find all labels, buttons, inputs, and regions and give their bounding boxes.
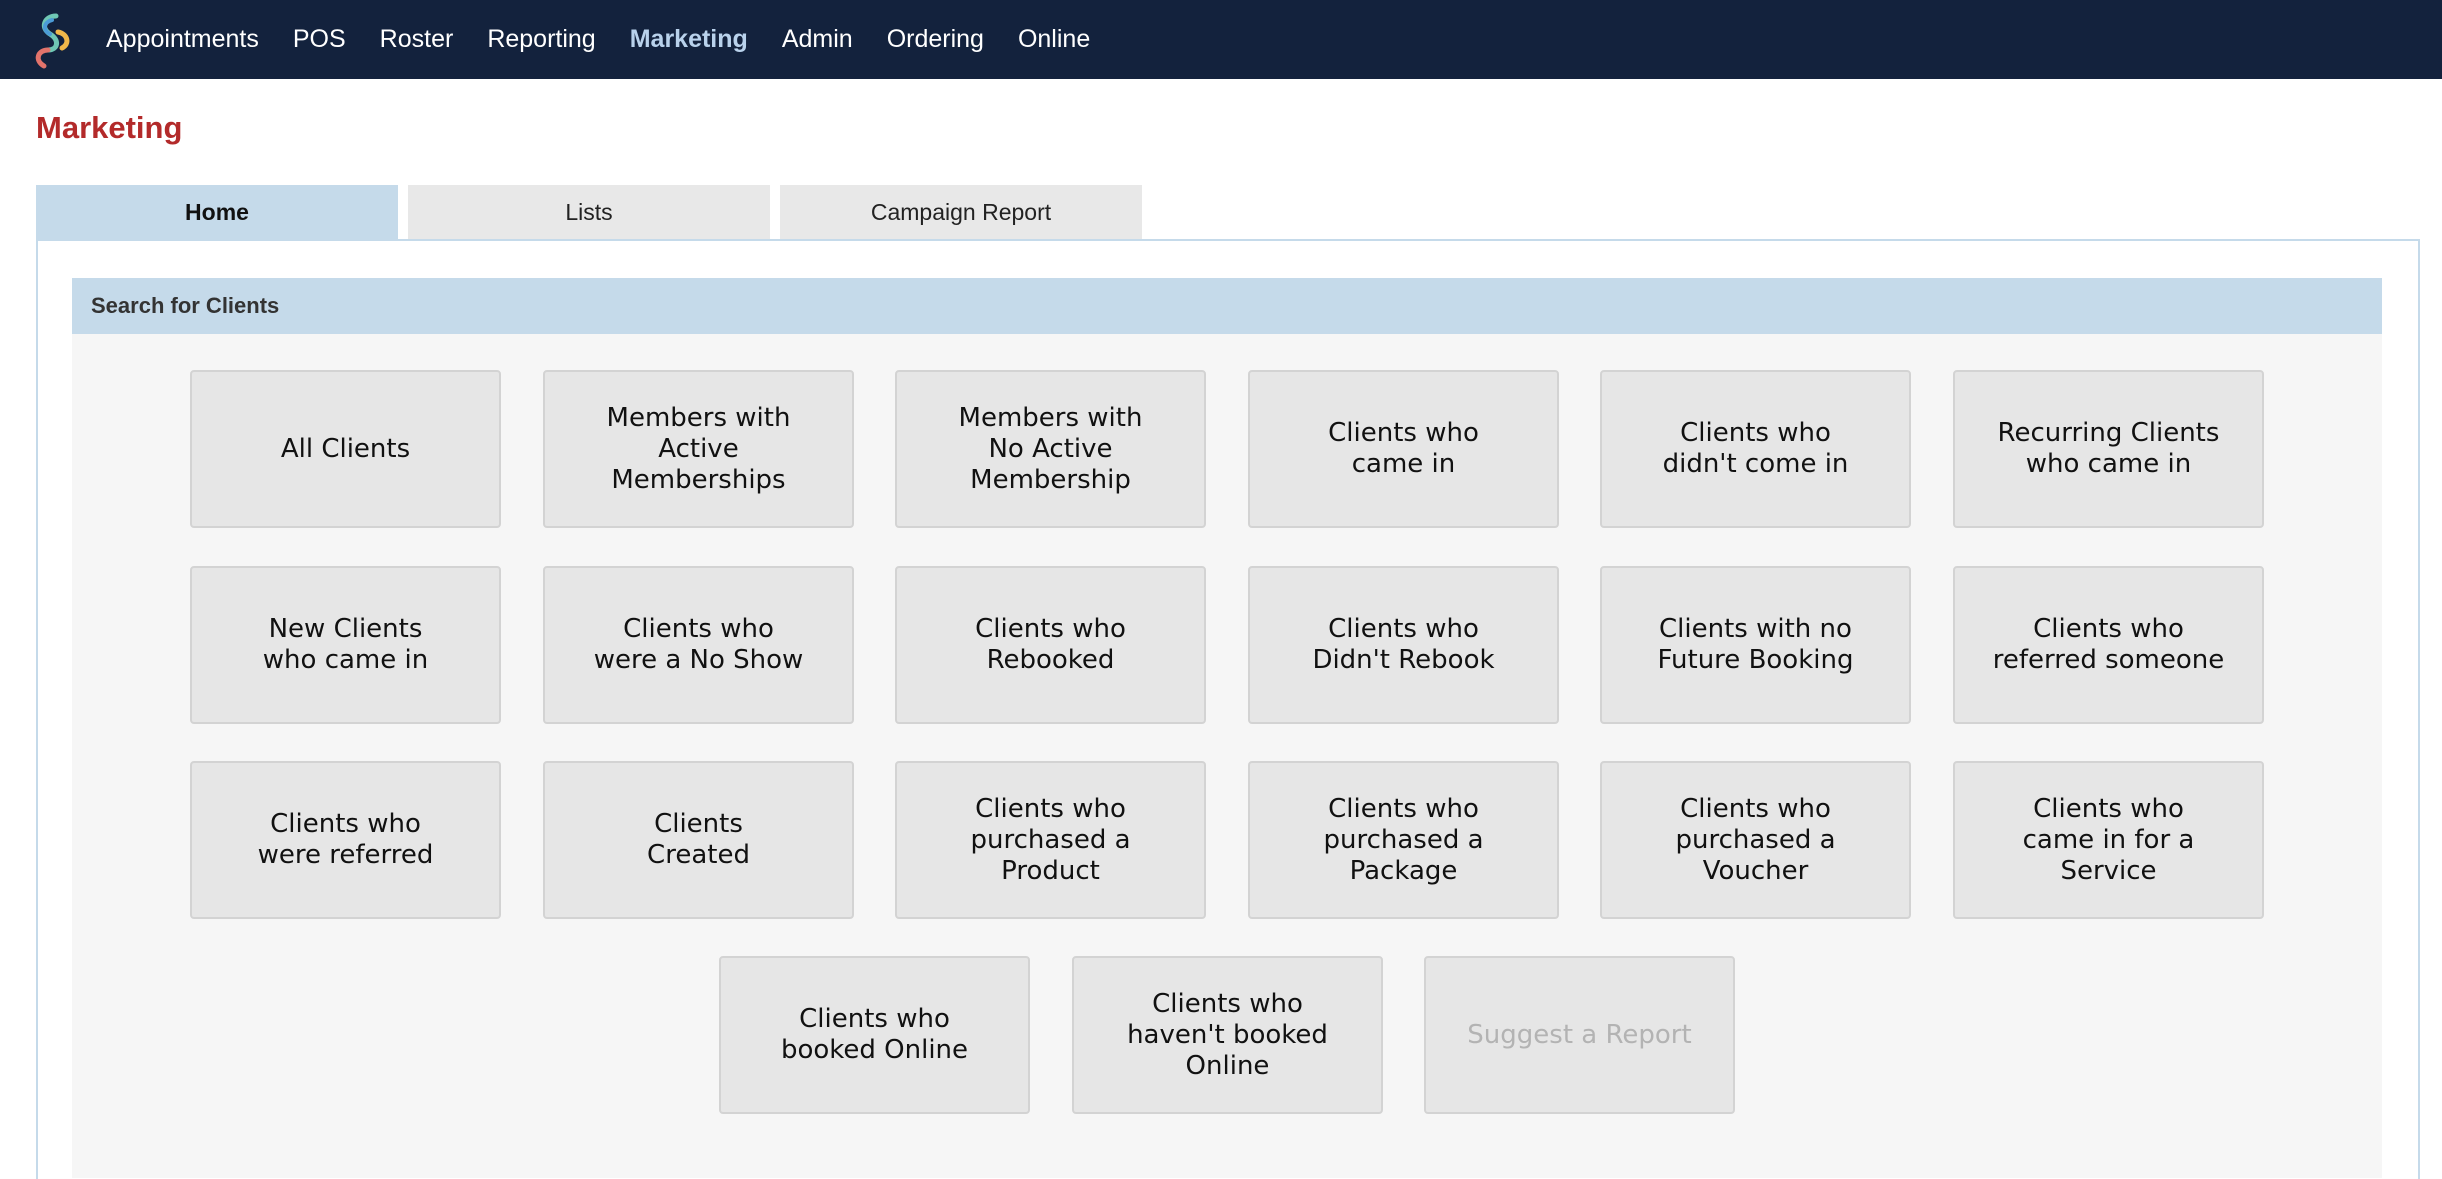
main-nav: Appointments POS Roster Reporting Marketing A… [106,0,1124,79]
tab-lists[interactable]: Lists [408,185,770,240]
report-tile-clients-who-purchased-a-package[interactable]: Clients who purchased a Package [1248,761,1559,919]
report-tile-members-with-active-memberships[interactable]: Members with Active Memberships [543,370,854,528]
page-title: Marketing [36,110,183,145]
top-navigation-bar: Appointments POS Roster Reporting Marketing A… [0,0,2442,79]
nav-item-pos[interactable]: POS [293,0,346,79]
report-tile-clients-who-were-referred[interactable]: Clients who were referred [190,761,501,919]
report-tile-grid: All Clients Members with Active Membershi… [72,278,2382,1178]
report-tile-new-clients-who-came-in[interactable]: New Clients who came in [190,566,501,724]
report-tile-clients-created[interactable]: Clients Created [543,761,854,919]
report-tile-clients-who-referred-someone[interactable]: Clients who referred someone [1953,566,2264,724]
nav-item-marketing[interactable]: Marketing [630,0,748,79]
report-tile-recurring-clients-who-came-in[interactable]: Recurring Clients who came in [1953,370,2264,528]
app-logo-icon[interactable] [28,10,78,70]
report-tile-clients-who-haven-t-booked-online[interactable]: Clients who haven't booked Online [1072,956,1383,1114]
report-tile-clients-who-purchased-a-product[interactable]: Clients who purchased a Product [895,761,1206,919]
tab-home[interactable]: Home [36,185,398,240]
report-tile-members-with-no-active-membership[interactable]: Members with No Active Membership [895,370,1206,528]
nav-item-ordering[interactable]: Ordering [887,0,984,79]
nav-item-reporting[interactable]: Reporting [487,0,595,79]
report-tile-suggest-a-report: Suggest a Report [1424,956,1735,1114]
nav-item-roster[interactable]: Roster [380,0,454,79]
report-tile-clients-who-came-in-for-a-service[interactable]: Clients who came in for a Service [1953,761,2264,919]
search-clients-section: Search for Clients All Clients Members wi… [72,278,2382,1178]
tab-bar: Home Lists Campaign Report [36,185,1152,241]
nav-item-appointments[interactable]: Appointments [106,0,259,79]
report-tile-clients-who-were-a-no-show[interactable]: Clients who were a No Show [543,566,854,724]
tab-campaign-report[interactable]: Campaign Report [780,185,1142,240]
report-tile-clients-who-came-in[interactable]: Clients who came in [1248,370,1559,528]
report-tile-clients-who-purchased-a-voucher[interactable]: Clients who purchased a Voucher [1600,761,1911,919]
report-tile-clients-with-no-future-booking[interactable]: Clients with no Future Booking [1600,566,1911,724]
report-tile-clients-who-rebooked[interactable]: Clients who Rebooked [895,566,1206,724]
report-tile-all-clients[interactable]: All Clients [190,370,501,528]
nav-item-admin[interactable]: Admin [782,0,853,79]
report-tile-clients-who-didn-t-come-in[interactable]: Clients who didn't come in [1600,370,1911,528]
report-tile-clients-who-booked-online[interactable]: Clients who booked Online [719,956,1030,1114]
nav-item-online[interactable]: Online [1018,0,1090,79]
report-tile-clients-who-didn-t-rebook[interactable]: Clients who Didn't Rebook [1248,566,1559,724]
